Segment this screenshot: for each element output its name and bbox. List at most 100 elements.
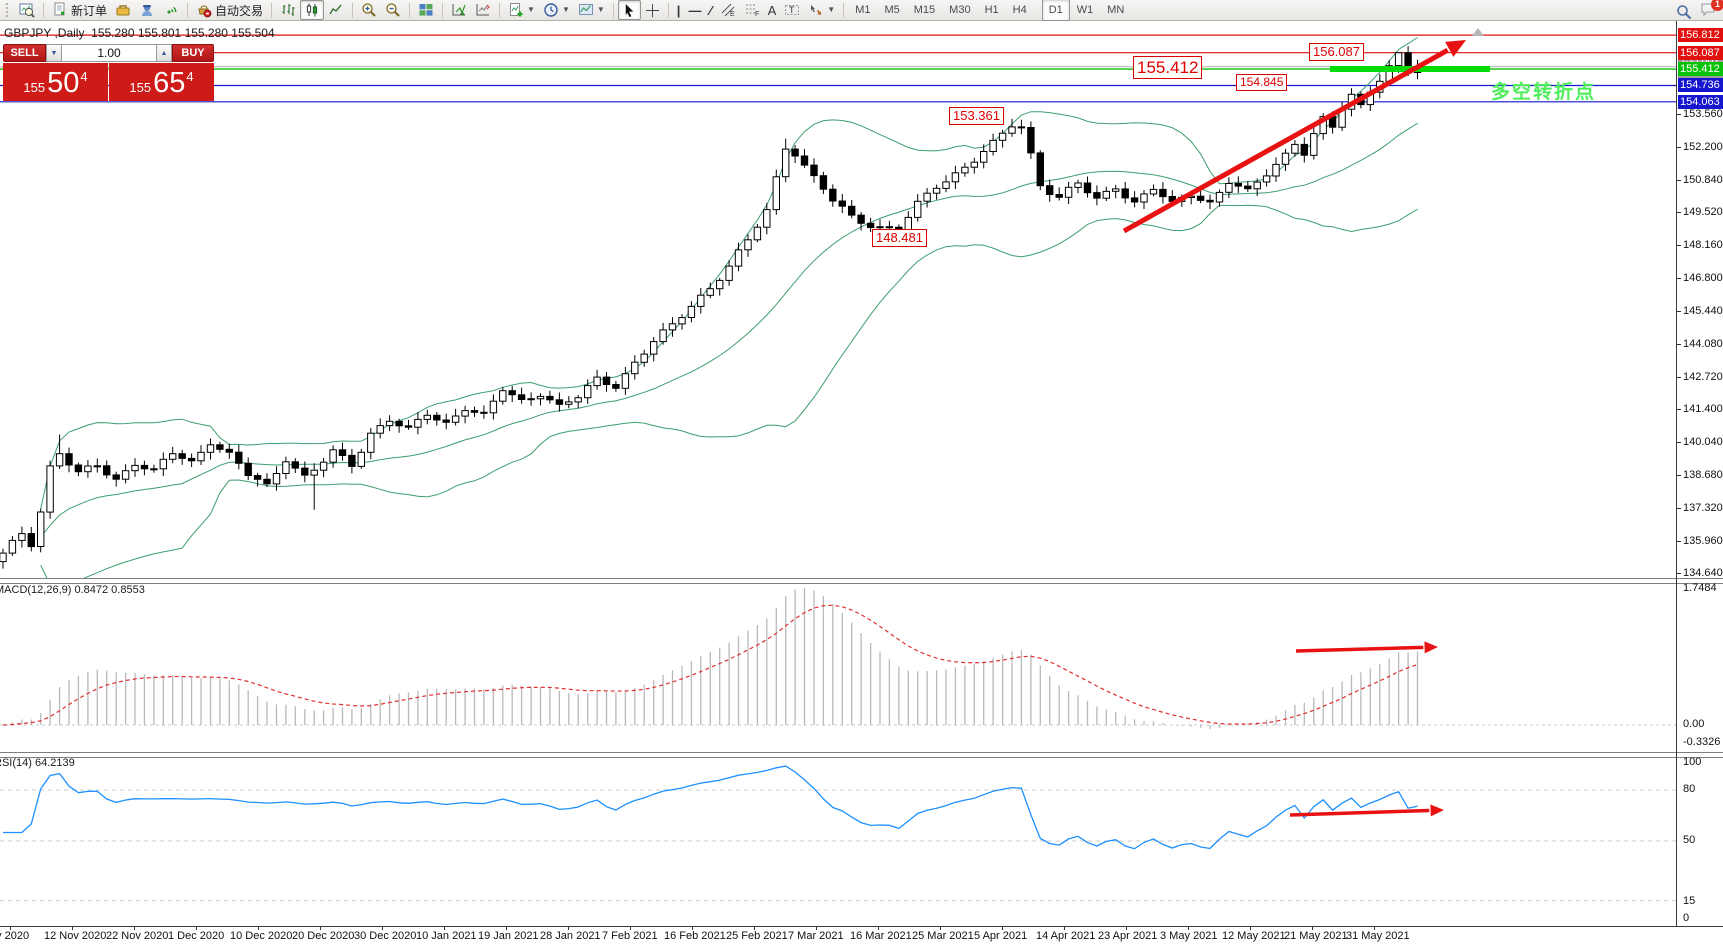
volume-increase-button[interactable]: ▲ — [156, 44, 172, 62]
sell-price-display[interactable]: 155 50 4 — [3, 63, 108, 101]
price-axis-border — [1676, 21, 1677, 927]
metaeditor-button[interactable] — [135, 0, 159, 20]
price-label-object[interactable]: 154.845 — [1236, 74, 1287, 91]
candle — [481, 405, 487, 418]
buy-price-display[interactable]: 155 65 4 — [109, 63, 214, 101]
chart-shift-marker-icon[interactable] — [1472, 28, 1484, 36]
candle — [339, 443, 345, 461]
candlestick-chart-button[interactable] — [300, 0, 324, 20]
macd-rsi-splitter[interactable] — [0, 752, 1723, 758]
volume-input[interactable]: 1.00 — [62, 44, 156, 62]
timeframe-button-m5[interactable]: M5 — [877, 0, 906, 21]
new-chart-dropdown[interactable]: ▼ — [504, 0, 539, 20]
candle — [245, 458, 251, 481]
candle — [273, 466, 279, 490]
signals-button[interactable] — [159, 0, 183, 20]
price-tick-mark — [1677, 377, 1681, 378]
price-tick-mark — [1677, 508, 1681, 509]
candle — [132, 458, 138, 477]
arrows-tool-icon — [808, 2, 824, 18]
price-label-object[interactable]: 156.087 — [1309, 43, 1364, 61]
timeframe-button-m1[interactable]: M1 — [848, 0, 877, 21]
metaeditor-icon — [139, 2, 155, 18]
candle — [1282, 149, 1288, 171]
candle — [773, 170, 779, 215]
text-label-tool[interactable]: T — [780, 0, 804, 20]
vertical-line-tool[interactable]: | — [673, 0, 685, 20]
candle — [56, 435, 62, 470]
fibonacci-tool[interactable]: F — [740, 0, 764, 20]
data-window-button[interactable] — [15, 0, 39, 20]
candle — [1311, 127, 1317, 160]
tile-windows-button[interactable] — [414, 0, 438, 20]
price-tick-label: 135.960 — [1683, 535, 1723, 547]
cursor-tool-button[interactable] — [618, 0, 641, 20]
crosshair-tool-button[interactable] — [641, 0, 664, 20]
equidistant-channel-tool[interactable]: E — [716, 0, 740, 20]
price-tick-mark — [1677, 573, 1681, 574]
candle — [66, 448, 72, 473]
candle — [349, 449, 355, 474]
zoom-in-button[interactable] — [357, 0, 381, 20]
notifications-button[interactable]: 1 — [1700, 1, 1717, 22]
candle — [1037, 150, 1043, 190]
horizontal-line-tool[interactable]: — — [684, 0, 705, 20]
price-tick-label: 144.080 — [1683, 338, 1723, 350]
candle — [1273, 157, 1279, 182]
timeframe-button-m15[interactable]: M15 — [907, 0, 942, 21]
price-tick-label: 149.520 — [1683, 206, 1723, 218]
auto-scroll-button[interactable] — [447, 0, 471, 20]
candle — [707, 283, 713, 299]
candle — [566, 396, 572, 408]
timeframe-button-h4[interactable]: H4 — [1006, 0, 1034, 21]
periods-dropdown[interactable]: ▼ — [539, 0, 574, 20]
notification-badge: 1 — [1711, 0, 1723, 11]
candle — [556, 393, 562, 412]
candle — [811, 158, 817, 183]
timeframe-button-m30[interactable]: M30 — [942, 0, 977, 21]
main-macd-splitter[interactable] — [0, 578, 1723, 584]
time-tick-label: 20 Dec 2020 — [292, 930, 354, 942]
candle — [368, 428, 374, 459]
toolbar-grip[interactable] — [6, 3, 12, 17]
text-tool[interactable]: A — [764, 0, 781, 20]
volume-decrease-button[interactable]: ▼ — [46, 44, 62, 62]
rsi-axis-label: 50 — [1683, 834, 1723, 846]
price-label-object[interactable]: 155.412 — [1133, 56, 1202, 79]
toolbox-button[interactable] — [111, 0, 135, 20]
macd-momentum-arrow[interactable] — [1296, 641, 1438, 653]
templates-dropdown[interactable]: ▼ — [574, 0, 609, 20]
time-tick-label: 12 Nov 2020 — [44, 930, 106, 942]
trendline-tool[interactable]: ∕ — [705, 0, 715, 20]
svg-text:F: F — [755, 11, 759, 18]
bar-chart-button[interactable] — [276, 0, 300, 20]
timeframe-button-mn[interactable]: MN — [1100, 0, 1131, 21]
candle — [104, 460, 110, 478]
candle — [377, 418, 383, 438]
autotrading-button[interactable]: 自动交易 — [192, 0, 267, 20]
chart-canvas[interactable] — [0, 0, 1723, 945]
search-icon[interactable] — [1676, 4, 1692, 20]
candle — [933, 185, 939, 200]
timeframe-button-w1[interactable]: W1 — [1070, 0, 1101, 21]
timeframe-button-d1[interactable]: D1 — [1042, 0, 1070, 21]
zoom-out-button[interactable] — [381, 0, 405, 20]
price-label-object[interactable]: 148.481 — [872, 229, 927, 247]
candle — [1103, 187, 1109, 201]
price-tick-label: 137.320 — [1683, 502, 1723, 514]
chart-shift-button[interactable] — [471, 0, 495, 20]
rsi-momentum-arrow[interactable] — [1290, 804, 1444, 816]
buy-button[interactable]: BUY — [172, 44, 214, 62]
price-label-object[interactable]: 153.361 — [949, 107, 1004, 125]
candle — [990, 134, 996, 156]
timeframe-button-h1[interactable]: H1 — [978, 0, 1006, 21]
time-tick-label: 25 Feb 2021 — [726, 930, 788, 942]
line-chart-button[interactable] — [324, 0, 348, 20]
sell-button[interactable]: SELL — [3, 44, 46, 62]
arrows-tool-dropdown[interactable]: ▼ — [804, 0, 839, 20]
new-order-button[interactable]: 新订单 — [48, 0, 111, 20]
candle — [783, 139, 789, 183]
candle — [952, 166, 958, 189]
rsi-line — [3, 766, 1418, 849]
bull-bear-turning-point-note[interactable]: 多空转折点 — [1491, 77, 1596, 104]
